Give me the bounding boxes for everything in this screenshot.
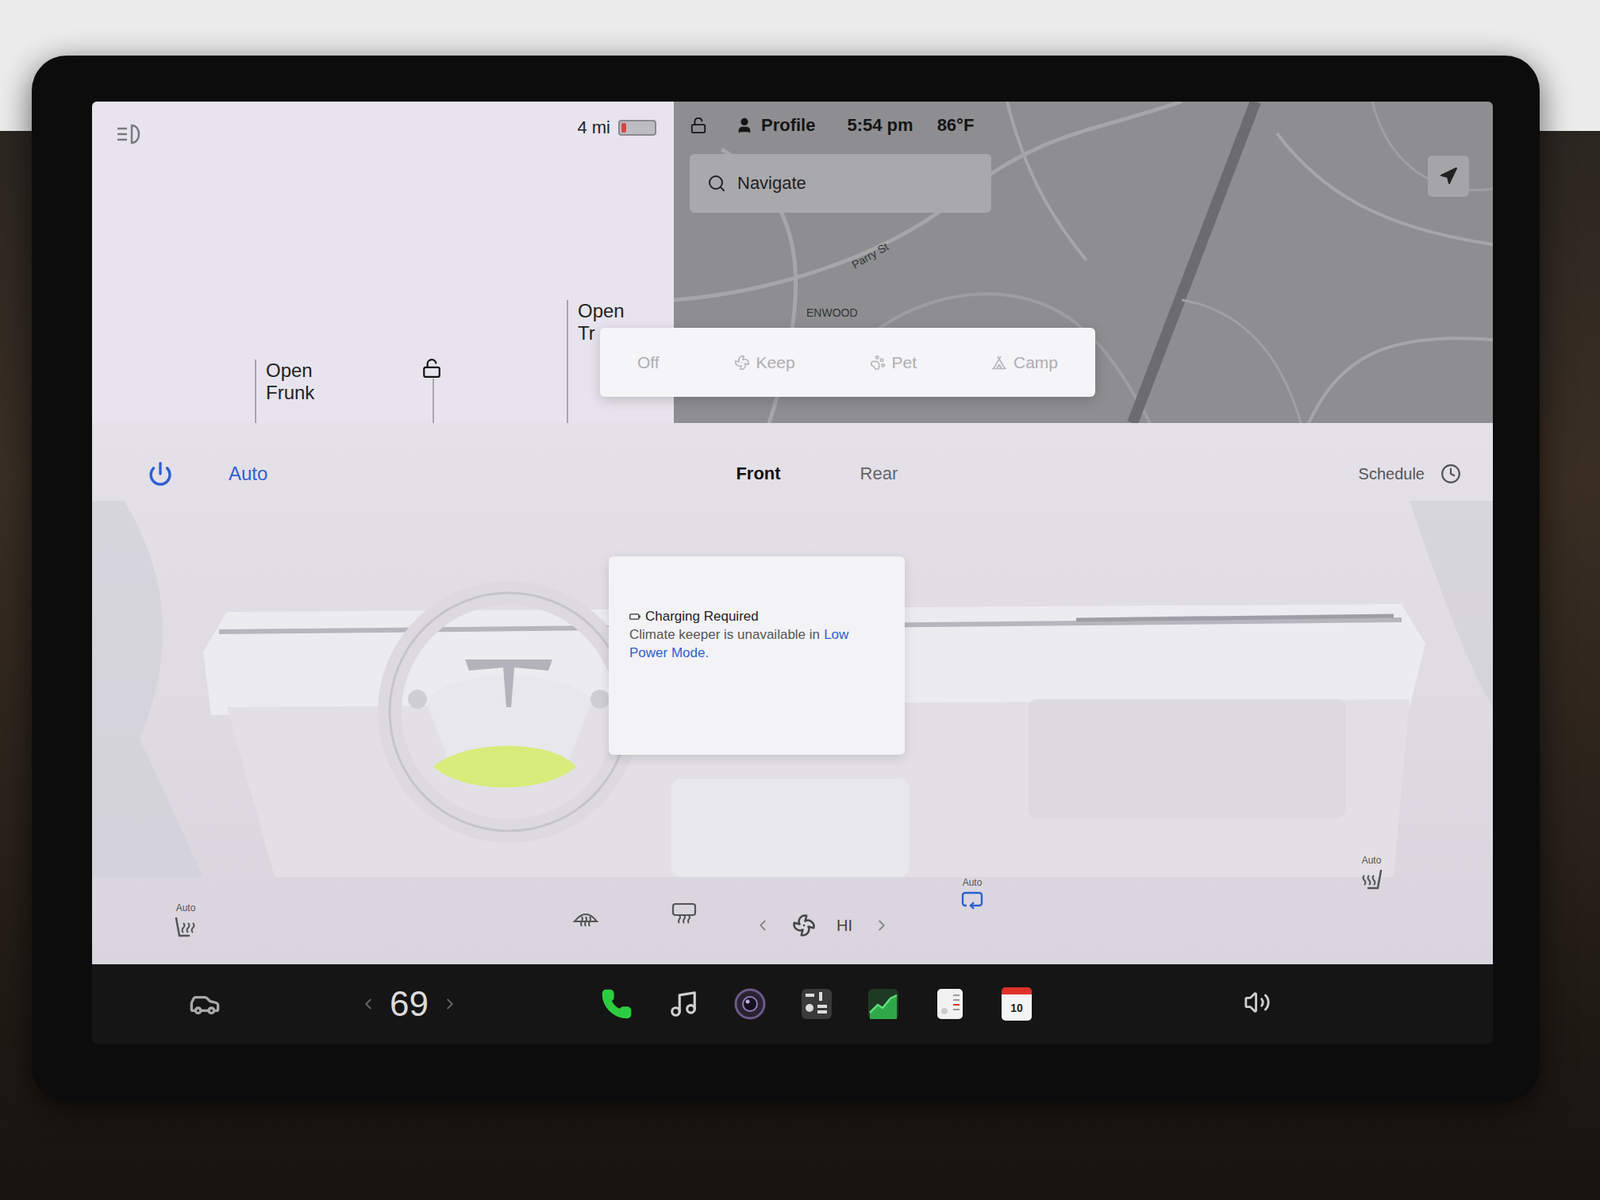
notice-message: Climate keeper is unavailable inLow Powe… xyxy=(629,625,886,662)
schedule-button[interactable]: Schedule xyxy=(1358,463,1462,485)
temp-down-icon[interactable] xyxy=(359,995,377,1013)
tent-icon xyxy=(991,354,1008,371)
car-icon[interactable] xyxy=(188,988,221,1020)
music-icon[interactable] xyxy=(668,988,699,1020)
toybox-icon[interactable] xyxy=(800,987,834,1021)
phone-icon[interactable] xyxy=(600,988,633,1020)
passenger-seat-heater[interactable]: Auto xyxy=(1357,854,1386,897)
temperature-control: 69 xyxy=(359,984,459,1024)
volume-button[interactable] xyxy=(1243,988,1271,1020)
battery-gauge xyxy=(618,119,657,136)
fan-icon xyxy=(734,354,750,371)
notice-title: Charging Required xyxy=(629,607,886,626)
fan-speed-control: HI xyxy=(753,913,891,938)
unlock-status-icon[interactable] xyxy=(689,116,708,135)
clock-icon xyxy=(1440,463,1462,485)
battery-fill xyxy=(621,123,627,133)
car-view: OpenFrunkOpenTr xyxy=(92,152,674,424)
zone-tabs: Front Rear xyxy=(735,463,898,485)
climate-keeper-menu: Off Keep Pet Camp xyxy=(600,327,1096,397)
volume-icon[interactable] xyxy=(1243,988,1271,1016)
temp-up-icon[interactable] xyxy=(441,995,459,1013)
notes-icon[interactable] xyxy=(934,987,966,1021)
zone-tab[interactable]: Front xyxy=(735,463,781,485)
person-icon xyxy=(735,116,754,135)
cabin-temperature: 69 xyxy=(389,984,429,1024)
climate-keeper-option[interactable]: Off xyxy=(624,345,673,381)
auto-headlight-icon[interactable] xyxy=(114,122,147,147)
app-launcher: 10 xyxy=(597,984,1036,1024)
clock-text: 5:54 pm xyxy=(846,115,913,136)
map-street-label: Parry St xyxy=(849,239,891,271)
app-button[interactable] xyxy=(864,984,903,1024)
app-button[interactable] xyxy=(730,984,770,1024)
seat-heater-icon[interactable] xyxy=(171,915,200,944)
climate-keeper-option[interactable]: Pet xyxy=(857,345,931,381)
zone-tab[interactable]: Rear xyxy=(860,463,899,485)
power-icon[interactable] xyxy=(147,461,174,487)
compass-button[interactable] xyxy=(1427,155,1470,197)
search-icon xyxy=(707,173,727,193)
stocks-icon[interactable] xyxy=(866,987,900,1021)
app-button[interactable] xyxy=(797,984,836,1024)
app-button[interactable] xyxy=(664,984,703,1024)
lock-stem xyxy=(432,378,435,424)
fan-decrease-icon[interactable] xyxy=(753,916,772,935)
driver-seat-heater[interactable]: Auto xyxy=(171,902,200,944)
car-panel: 4 mi OpenFrunkOpenTr xyxy=(92,101,674,424)
map-street-label: ENWOOD xyxy=(806,306,858,320)
open-frunk-button[interactable]: OpenFrunk xyxy=(254,359,422,424)
recirculate-icon[interactable] xyxy=(960,889,985,912)
fan-increase-icon[interactable] xyxy=(873,916,891,935)
charging-required-notice: Charging RequiredClimate keeper is unava… xyxy=(608,556,905,755)
unlock-icon[interactable] xyxy=(421,357,443,379)
climate-keeper-option[interactable]: Camp xyxy=(978,345,1071,381)
app-button[interactable]: 10 xyxy=(997,984,1036,1024)
paw-icon xyxy=(869,354,886,371)
range-text: 4 mi xyxy=(576,117,611,139)
front-defrost-button[interactable] xyxy=(571,903,600,928)
battery-icon xyxy=(629,613,641,620)
camera-icon[interactable] xyxy=(733,987,767,1021)
seat-heater-icon[interactable] xyxy=(1357,867,1386,897)
taskbar: 69 10 xyxy=(92,964,1493,1044)
app-button[interactable] xyxy=(930,984,970,1024)
fan-icon xyxy=(792,913,816,938)
profile-button[interactable]: Profile xyxy=(735,115,816,136)
display-bezel: 4 mi OpenFrunkOpenTr Profile 5:54 pm 86°F Nav… xyxy=(31,55,1540,1102)
door-lock-button[interactable] xyxy=(421,357,567,424)
auto-mode-button[interactable]: Auto xyxy=(228,462,268,485)
status-bar: Profile 5:54 pm 86°F xyxy=(673,101,1493,140)
outside-temperature: 86°F xyxy=(937,115,975,136)
rear-defrost-icon[interactable] xyxy=(669,900,699,925)
car-header: 4 mi xyxy=(92,101,674,153)
fan-speed-text: HI xyxy=(836,916,853,935)
rear-defrost-button[interactable] xyxy=(669,900,699,925)
climate-controls: AutoHIAutoAuto xyxy=(92,876,1493,965)
touchscreen: 4 mi OpenFrunkOpenTr Profile 5:54 pm 86°F Nav… xyxy=(92,101,1493,1044)
recirculate-button[interactable]: Auto xyxy=(960,876,985,912)
navigate-search[interactable]: Navigate xyxy=(689,153,992,213)
climate-header: Auto Front Rear Schedule xyxy=(92,423,1493,501)
front-defrost-icon[interactable] xyxy=(571,903,600,928)
page: 4 mi OpenFrunkOpenTr Profile 5:54 pm 86°F Nav… xyxy=(0,0,1600,1200)
climate-keeper-option[interactable]: Keep xyxy=(721,345,808,381)
low-power-mode-link[interactable]: Low Power Mode. xyxy=(629,626,849,661)
range-indicator: 4 mi xyxy=(576,117,657,139)
climate-panel: Auto Front Rear Schedule Charging RequiredCl… xyxy=(92,423,1493,965)
calendar-icon[interactable]: 10 xyxy=(1001,987,1032,1021)
app-button[interactable] xyxy=(597,984,636,1024)
cabin-view: Charging RequiredClimate keeper is unava… xyxy=(92,500,1493,877)
compass-icon xyxy=(1438,166,1458,186)
